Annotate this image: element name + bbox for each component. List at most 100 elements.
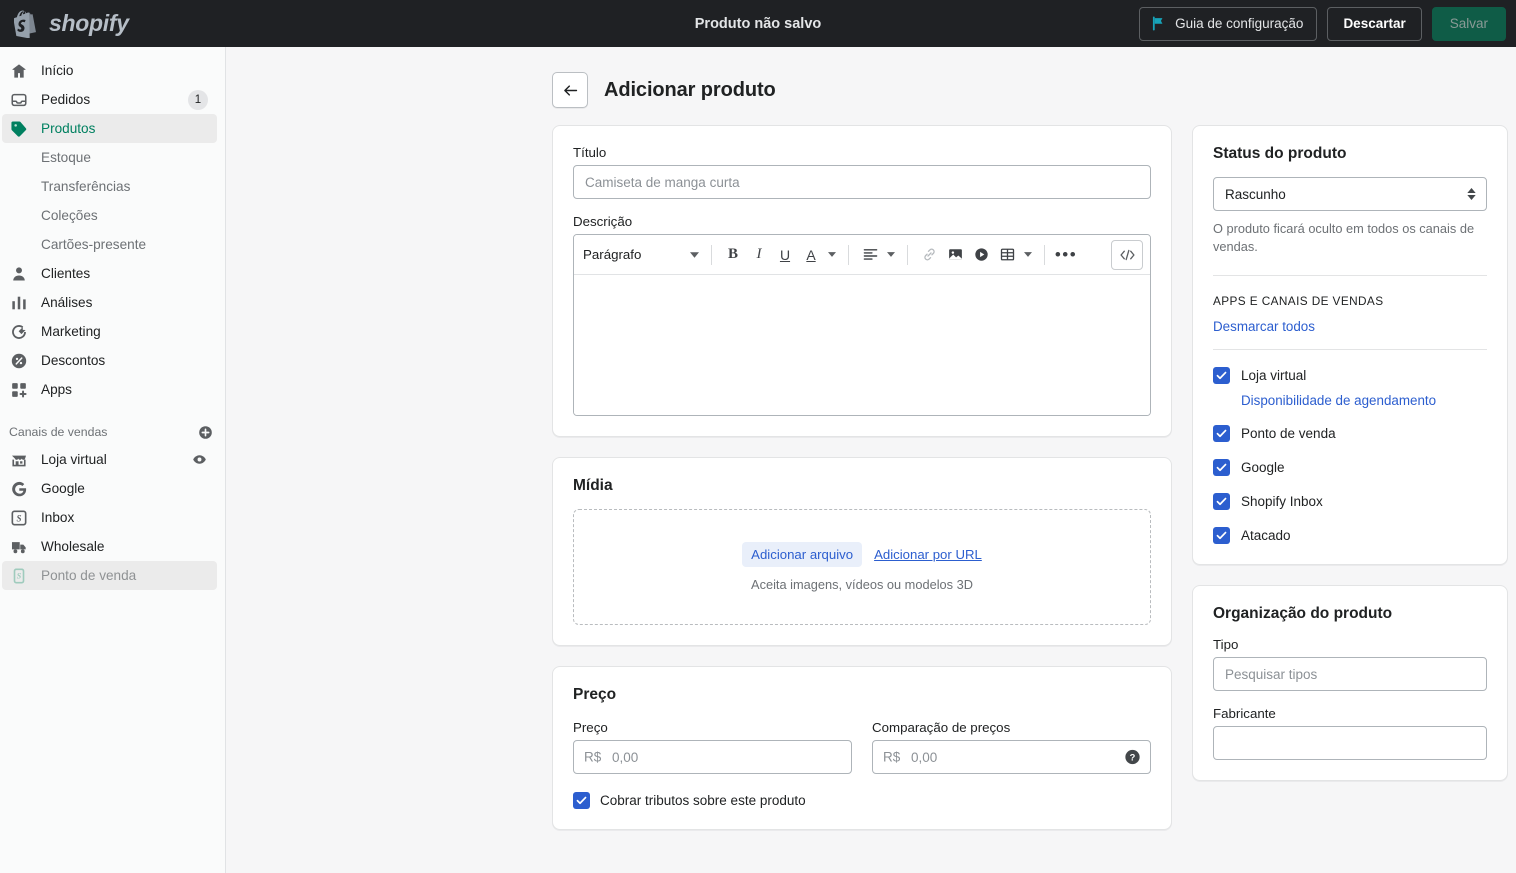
channel-checkbox-ponto-de-venda[interactable] [1213,425,1230,443]
channel-row-ponto-de-venda[interactable]: Ponto de venda [1213,425,1487,443]
channel-checkbox-atacado[interactable] [1213,527,1230,545]
more-horizontal-icon[interactable]: ••• [1053,241,1079,269]
channel-checkbox-google[interactable] [1213,459,1230,477]
back-button[interactable] [552,72,588,108]
product-organization-card: Organização do produto Tipo Fabricante [1192,585,1508,782]
svg-text:S: S [17,571,22,580]
sidebar-sublabel-transferencias: Transferências [41,179,131,194]
add-file-button[interactable]: Adicionar arquivo [742,542,863,567]
channels-divider [1213,349,1487,351]
flag-icon [1153,16,1163,31]
text-color-button[interactable]: A [798,241,824,269]
media-hint: Aceita imagens, vídeos ou modelos 3D [751,577,973,592]
table-chevron-down-icon[interactable] [1020,241,1036,269]
price-label: Preço [573,720,608,735]
media-dropzone[interactable]: Adicionar arquivo Adicionar por URL Acei… [573,509,1151,625]
channel-row-google[interactable]: Google [1213,459,1487,477]
channel-label-atacado: Atacado [1241,528,1291,544]
setup-guide-button[interactable]: Guia de configuração [1139,6,1318,41]
page-header: Adicionar produto [226,47,1516,108]
table-icon[interactable] [994,241,1020,269]
code-brackets-icon[interactable] [1111,239,1143,270]
underline-button[interactable]: U [772,241,798,269]
sidebar-channel-ponto-de-venda[interactable]: S Ponto de venda [2,561,217,590]
sidebar-sublabel-estoque: Estoque [41,150,91,165]
sidebar-label-pedidos: Pedidos [41,92,91,107]
channel-label-ponto-de-venda: Ponto de venda [1241,426,1336,442]
sidebar-channel-loja-virtual[interactable]: Loja virtual [2,445,217,474]
setup-guide-label: Guia de configuração [1175,16,1304,31]
italic-button[interactable]: I [746,241,772,269]
link-icon[interactable] [916,241,942,269]
sidebar-channel-inbox[interactable]: S Inbox [2,503,217,532]
sidebar-subitem-transferencias[interactable]: Transferências [2,172,217,201]
google-g-icon [9,479,29,499]
channel-label-google: Google [1241,460,1285,476]
sidebar-label-descontos: Descontos [41,353,106,368]
align-left-icon[interactable] [857,241,883,269]
eye-icon[interactable] [192,452,207,467]
discard-button[interactable]: Descartar [1327,6,1422,41]
organization-body: Organização do produto Tipo Fabricante [1193,586,1507,780]
sidebar-item-clientes[interactable]: Clientes [2,259,217,288]
channel-row-loja-virtual[interactable]: Loja virtual [1213,367,1487,385]
sidebar-item-inicio[interactable]: Início [2,56,217,85]
compare-field-group: Comparação de preços R$ ? [872,720,1151,774]
tax-checkbox-row[interactable]: Cobrar tributos sobre este produto [573,792,1151,809]
channel-checkbox-shopify-inbox[interactable] [1213,493,1230,511]
question-mark-circle-icon[interactable]: ? [1124,749,1141,766]
shopify-logo[interactable]: shopify [0,0,226,47]
video-play-icon[interactable] [968,241,994,269]
type-input[interactable] [1213,657,1487,692]
check-icon [1216,464,1227,472]
sidebar-subitem-cartoes-presente[interactable]: Cartões-presente [2,230,217,259]
channel-checkbox-loja-virtual[interactable] [1213,367,1230,385]
description-textarea[interactable] [574,275,1150,415]
check-icon [1216,430,1227,438]
uncheck-all-link[interactable]: Desmarcar todos [1213,319,1315,334]
tax-checkbox[interactable] [573,792,590,809]
sidebar-channel-google[interactable]: Google [2,474,217,503]
channel-row-shopify-inbox[interactable]: Shopify Inbox [1213,493,1487,511]
paragraph-style-value: Parágrafo [583,247,642,262]
check-icon [1216,498,1227,506]
image-icon[interactable] [942,241,968,269]
scheduling-availability-link[interactable]: Disponibilidade de agendamento [1241,393,1487,408]
sidebar-item-descontos[interactable]: Descontos [2,346,217,375]
product-status-select[interactable]: Rascunho [1213,177,1487,211]
toolbar-divider-1 [711,244,712,265]
title-input[interactable] [573,165,1151,199]
sidebar-subitem-estoque[interactable]: Estoque [2,143,217,172]
channel-label-shopify-inbox: Shopify Inbox [1241,494,1323,510]
sidebar-channel-wholesale[interactable]: Wholesale [2,532,217,561]
sidebar-subitem-colecoes[interactable]: Coleções [2,201,217,230]
vendor-input[interactable] [1213,726,1487,761]
bold-button[interactable]: B [720,241,746,269]
sidebar-item-marketing[interactable]: Marketing [2,317,217,346]
price-input[interactable] [573,740,852,774]
sidebar-item-pedidos[interactable]: Pedidos 1 [2,85,217,114]
sidebar-item-apps[interactable]: Apps [2,375,217,404]
save-button[interactable]: Salvar [1431,6,1506,41]
sales-channels-label: Canais de vendas [9,425,108,439]
sidebar-item-analises[interactable]: Análises [2,288,217,317]
compare-price-label: Comparação de preços [872,720,1011,735]
inbox-s-icon: S [9,508,29,528]
channel-row-atacado[interactable]: Atacado [1213,527,1487,545]
text-color-chevron-down-icon[interactable] [824,241,840,269]
top-bar-actions: Guia de configuração Descartar Salvar [1139,0,1506,47]
compare-price-input[interactable] [872,740,1151,774]
sidebar-channel-label-google: Google [41,481,85,496]
plus-circle-icon[interactable] [198,425,213,440]
compare-input-wrap: R$ ? [872,740,1151,774]
sidebar-label-clientes: Clientes [41,266,91,281]
paragraph-style-select[interactable]: Parágrafo [583,241,703,269]
add-by-url-link[interactable]: Adicionar por URL [874,547,982,562]
price-title: Preço [573,686,617,703]
left-column: Título Descrição Parágrafo B I U [552,125,1172,850]
sales-channels-header: Canais de vendas [0,419,225,445]
align-chevron-down-icon[interactable] [883,241,899,269]
sidebar-item-produtos[interactable]: Produtos [2,114,217,143]
sidebar-channel-label-inbox: Inbox [41,510,75,525]
